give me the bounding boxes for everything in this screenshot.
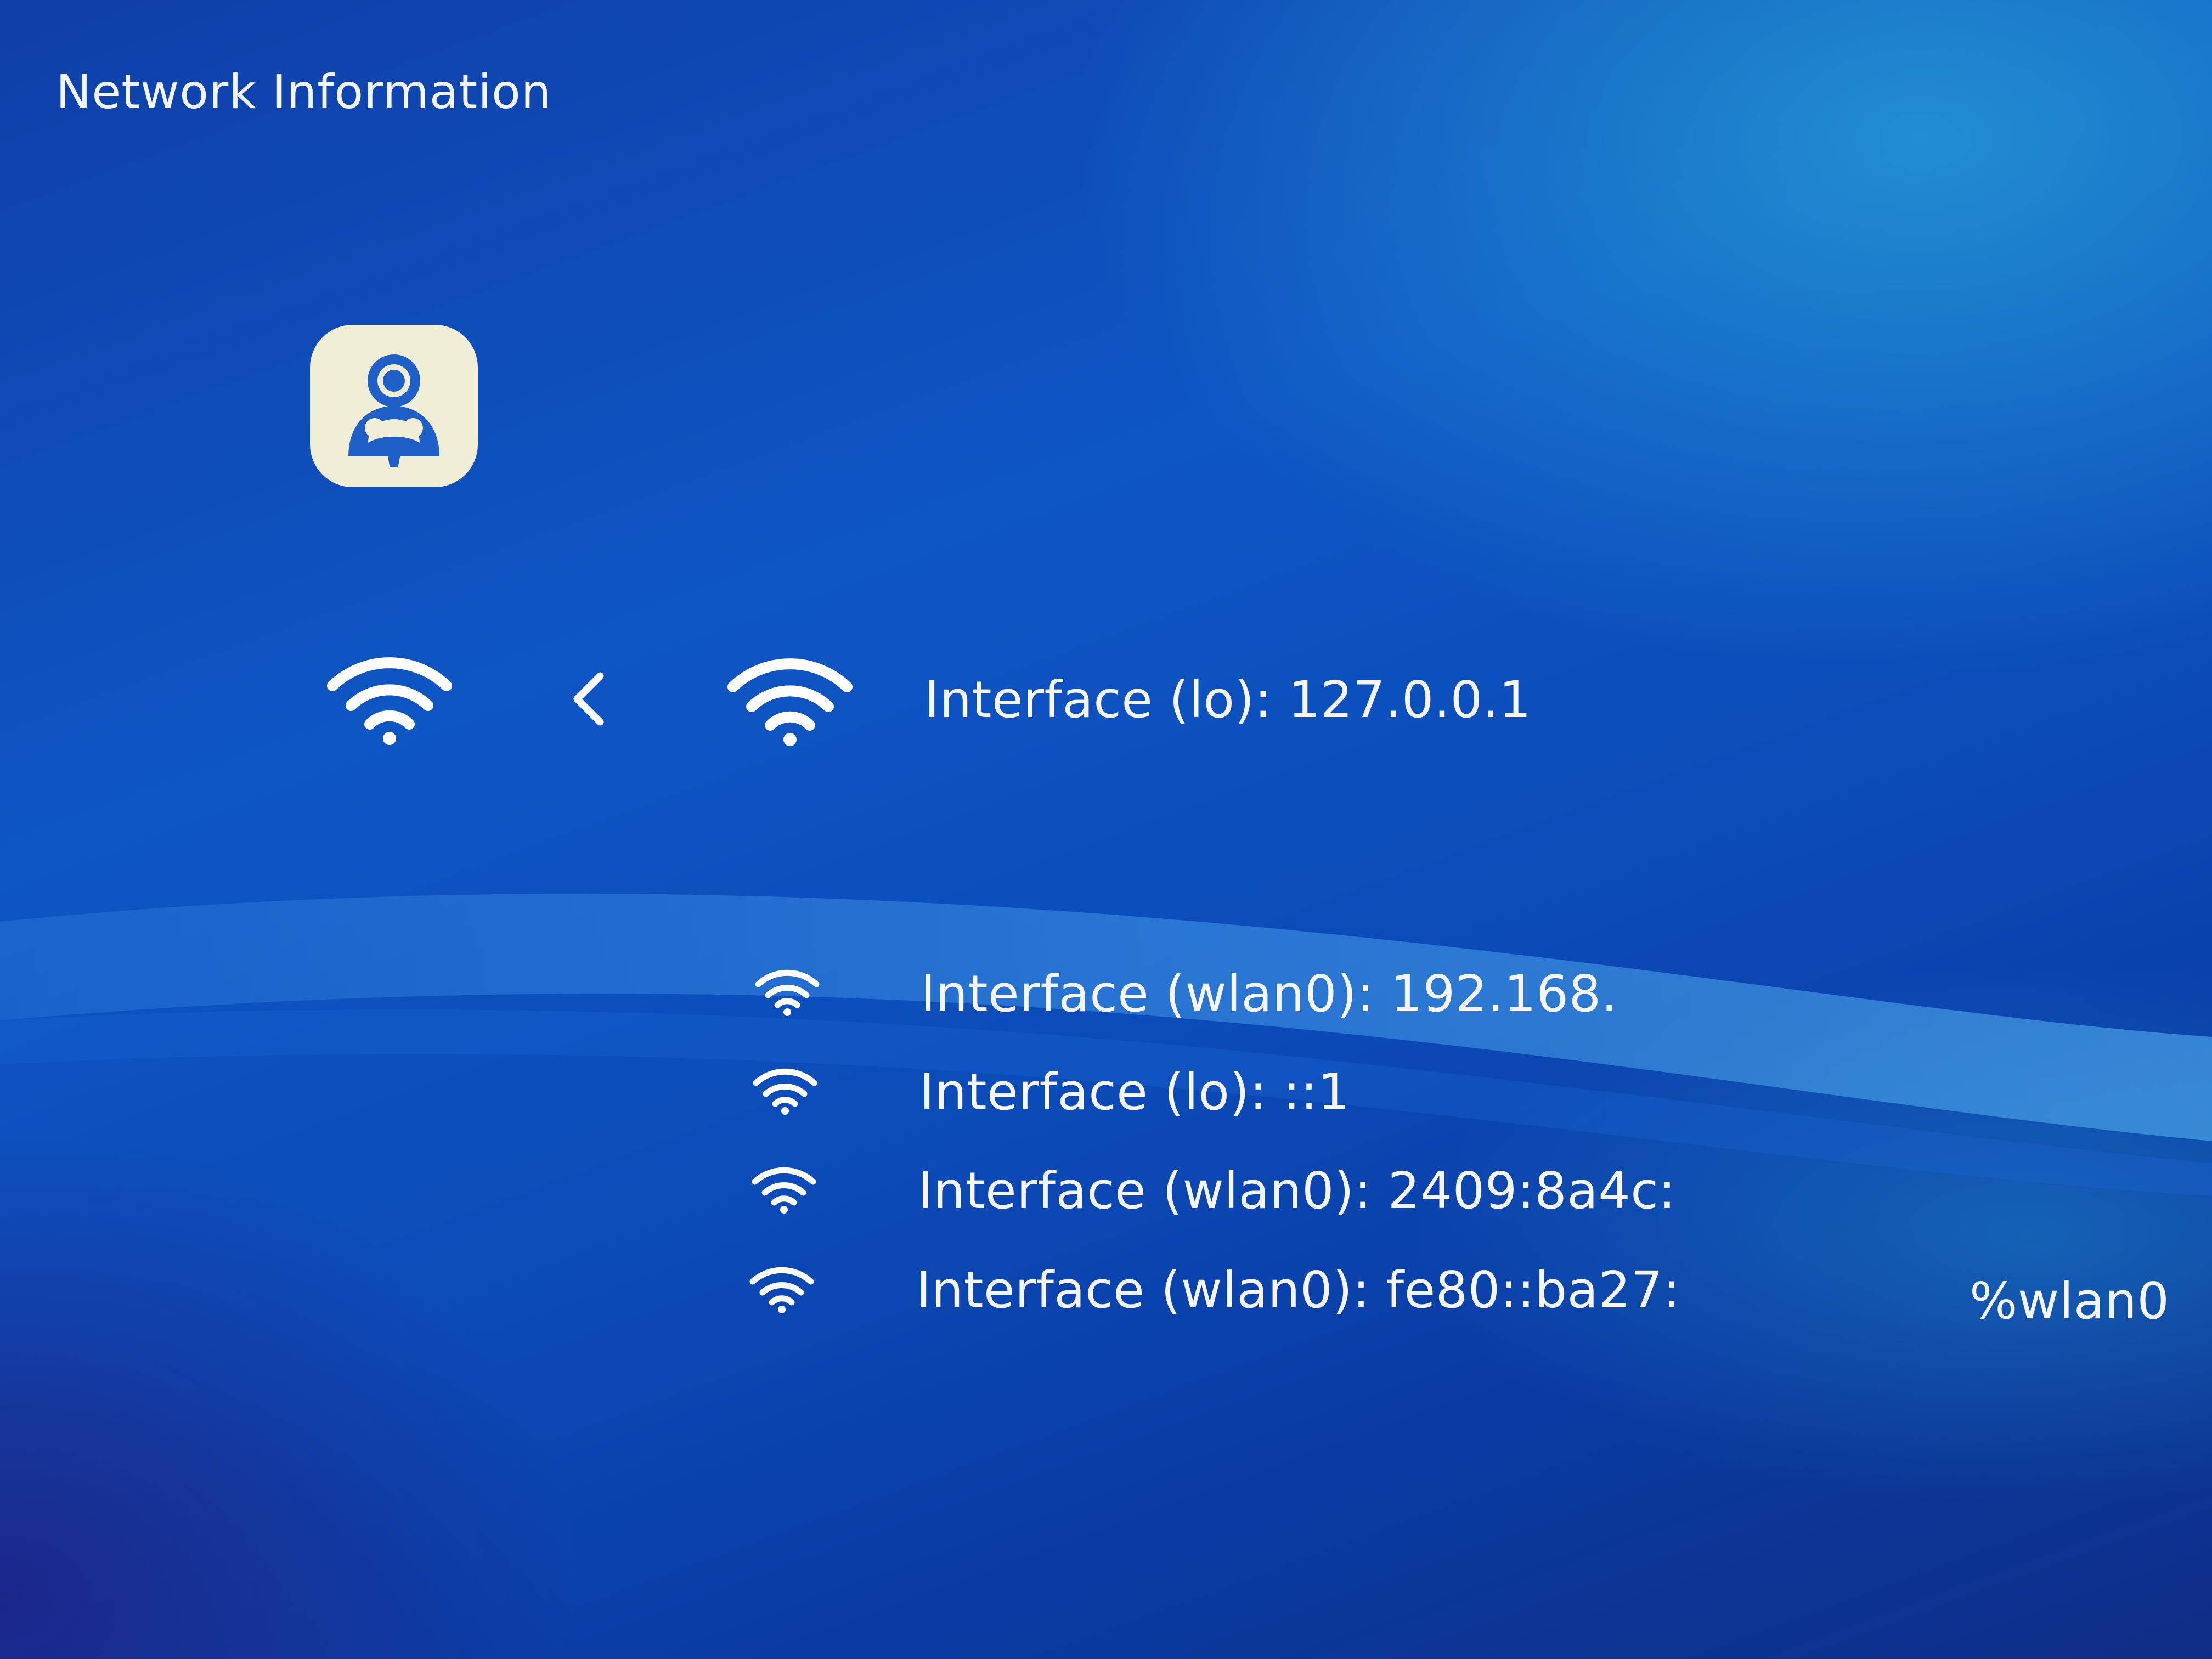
- interface-row-label: Interface (wlan0): 2409:8a4c:: [918, 1161, 1676, 1220]
- person-avatar-icon: [348, 354, 439, 467]
- back-button[interactable]: [567, 670, 610, 727]
- wifi-icon: [755, 969, 820, 1016]
- interface-row-label: Interface (lo): ::1: [919, 1063, 1351, 1121]
- primary-interface-label: Interface (lo): 127.0.0.1: [924, 670, 1532, 729]
- wifi-icon[interactable]: [325, 652, 454, 745]
- interface-row-suffix: %wlan0: [1970, 1272, 2170, 1330]
- page-title: Network Information: [56, 65, 552, 120]
- wifi-icon: [752, 1167, 816, 1214]
- interface-row-label: Interface (wlan0): 192.168.: [921, 964, 1618, 1023]
- interface-row-label: Interface (wlan0): fe80::ba27:: [916, 1261, 1681, 1319]
- wifi-icon: [753, 1068, 817, 1115]
- chevron-left-icon: [573, 672, 604, 726]
- wifi-icon[interactable]: [725, 653, 855, 746]
- app-logo[interactable]: [310, 325, 478, 487]
- wifi-icon: [749, 1267, 814, 1313]
